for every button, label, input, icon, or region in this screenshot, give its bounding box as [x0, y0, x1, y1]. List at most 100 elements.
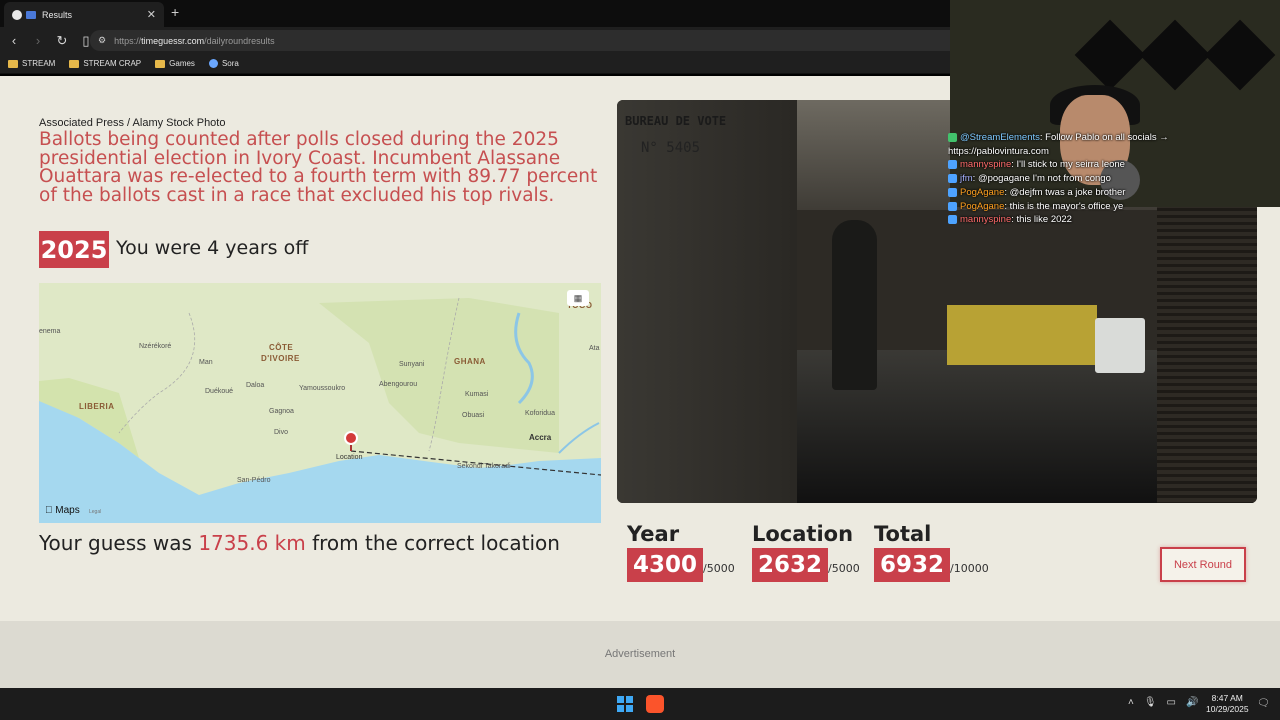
folder-icon [155, 59, 166, 68]
photo-shutter [1157, 190, 1257, 503]
chat-message: jfm: @pogagane I'm not from congo [948, 172, 1218, 186]
taskbar-clock[interactable]: 8:47 AM 10/29/2025 [1206, 693, 1249, 715]
location-score: Location 2632/5000 [752, 522, 860, 582]
windows-taskbar: ˄ 🎙 ▭ 🔊 8:47 AM 10/29/2025 🗨 [0, 688, 1280, 720]
acoustic-panel [1074, 19, 1146, 91]
map-label-gagnoa: Gagnoa [269, 408, 294, 415]
clock-date: 10/29/2025 [1206, 704, 1249, 714]
subscriber-badge-icon [948, 160, 957, 170]
screen: Results ✕ + ‹ › ↻ ▯ ⚙ https:// timeguess… [0, 0, 1280, 720]
back-arrow-icon[interactable]: ‹ [4, 31, 24, 51]
next-round-button[interactable]: Next Round [1160, 547, 1246, 582]
chevron-up-icon[interactable]: ˄ [1128, 697, 1134, 708]
photo-ballot-box [1095, 318, 1145, 373]
address-bar[interactable]: ⚙ https:// timeguessr.com /dailyroundres… [90, 30, 960, 51]
total-score-max: /10000 [950, 562, 989, 575]
map-label-abengourou: Abengourou [379, 381, 418, 388]
microphone-icon[interactable]: 🎙 [1144, 697, 1157, 708]
globe-icon [12, 9, 22, 20]
acoustic-panel [1204, 19, 1276, 91]
map-label-duekoue: Duékoué [205, 388, 234, 395]
photo-caption: Ballots being counted after polls closed… [39, 129, 598, 206]
map-label-liberia: LIBERIA [79, 402, 115, 411]
map-label-divo: Divo [274, 429, 289, 436]
system-tray: ˄ 🎙 ▭ 🔊 [1128, 697, 1198, 708]
url-host: timeguessr.com [141, 35, 205, 46]
new-tab-button[interactable]: + [171, 4, 179, 20]
site-settings-icon[interactable]: ⚙ [98, 35, 106, 46]
map-label-divoire: D'IVOIRE [261, 354, 300, 363]
photo-sign-number: N° 5405 [641, 140, 701, 156]
map-label-ghana: GHANA [454, 357, 486, 366]
subscriber-badge-icon [948, 174, 957, 184]
photo-person [832, 220, 877, 390]
map-label-nzerekore: Nzérékoré [139, 343, 172, 350]
windows-start-icon[interactable] [617, 696, 633, 712]
acoustic-panel [1139, 19, 1211, 91]
browser-tab[interactable]: Results ✕ [4, 2, 164, 27]
map-label-enema: enema [39, 328, 61, 335]
year-score: Year 4300/5000 [627, 522, 735, 582]
bookmark-stream[interactable]: STREAM [8, 59, 55, 68]
chat-message: PogAgane: this is the mayor's office ye [948, 200, 1218, 214]
map-label-cote: CÔTE [269, 343, 294, 352]
bot-badge-icon [948, 132, 957, 142]
chat-message: https://pablovintura.com [948, 145, 1049, 157]
network-icon[interactable]: ▭ [1167, 697, 1176, 708]
map-label-kumasi: Kumasi [465, 391, 489, 398]
subscriber-badge-icon [948, 201, 957, 211]
bookmark-sora[interactable]: Sora [208, 59, 239, 68]
map-type-icon[interactable]: ▦ [567, 290, 589, 306]
bookmark-games[interactable]: Games [155, 59, 195, 68]
map-label-sunyani: Sunyani [399, 361, 425, 368]
year-difference-text: You were 4 years off [116, 237, 309, 259]
photo-wall [617, 100, 797, 503]
year-score-max: /5000 [703, 562, 735, 575]
map-label-ata: Ata [589, 345, 600, 352]
reload-icon[interactable]: ↻ [52, 31, 72, 51]
results-favicon-icon [26, 10, 36, 19]
apple-maps-logo:  Maps [45, 505, 80, 516]
guess-distance-value: 1735.6 km [198, 531, 306, 555]
location-score-value: 2632 [752, 548, 829, 582]
brave-browser-icon[interactable] [646, 695, 664, 713]
year-score-label: Year [627, 522, 680, 546]
map-label-sekondi-takoradi: Sekondi Takoradi [457, 463, 511, 470]
sora-icon [208, 59, 218, 68]
chat-message: mannyspine: this like 2022 [948, 213, 1218, 227]
chat-message: mannyspine: I'll stick to my seirra leon… [948, 158, 1218, 172]
bookmark-stream-crap[interactable]: STREAM CRAP [69, 59, 141, 68]
advertisement-area: Advertisement [0, 621, 1280, 688]
subscriber-badge-icon [948, 187, 957, 197]
location-score-label: Location [752, 522, 854, 546]
volume-icon[interactable]: 🔊 [1186, 697, 1198, 708]
url-prefix: https:// [114, 35, 142, 46]
total-score: Total 6932/10000 [874, 522, 989, 582]
advertisement-label: Advertisement [604, 648, 676, 660]
forward-arrow-icon[interactable]: › [28, 31, 48, 51]
folder-icon [69, 59, 80, 68]
photo-sign-text: BUREAU DE VOTE [625, 114, 727, 128]
location-pin-icon[interactable] [344, 431, 358, 451]
photo-credit: Associated Press / Alamy Stock Photo [39, 117, 226, 129]
chat-overlay: @StreamElements: Follow Pablo on all soc… [948, 131, 1218, 227]
year-score-value: 4300 [627, 548, 704, 582]
subscriber-badge-icon [948, 215, 957, 225]
map-legal-link[interactable]: Legal [89, 509, 101, 515]
chat-message: @StreamElements: Follow Pablo on all soc… [948, 131, 1218, 145]
map-label-daloa: Daloa [246, 382, 265, 389]
map-label-san-pedro: San-Pédro [237, 477, 271, 484]
map-label-koforidua: Koforidua [525, 410, 555, 417]
folder-icon [8, 59, 18, 68]
clock-time: 8:47 AM [1211, 693, 1243, 703]
url-path: /dailyroundresults [204, 35, 275, 46]
pin-label: Location [336, 454, 363, 461]
correct-year-badge: 2025 [39, 231, 109, 268]
photo-table [947, 305, 1097, 365]
total-score-label: Total [874, 522, 932, 546]
map-label-man: Man [199, 359, 213, 366]
notification-icon[interactable]: 🗨 [1257, 698, 1270, 709]
result-map[interactable]: enema Nzérékoré Man CÔTE D'IVOIRE GHANA … [39, 283, 601, 523]
map-base [39, 283, 601, 523]
close-icon[interactable]: ✕ [147, 8, 156, 21]
